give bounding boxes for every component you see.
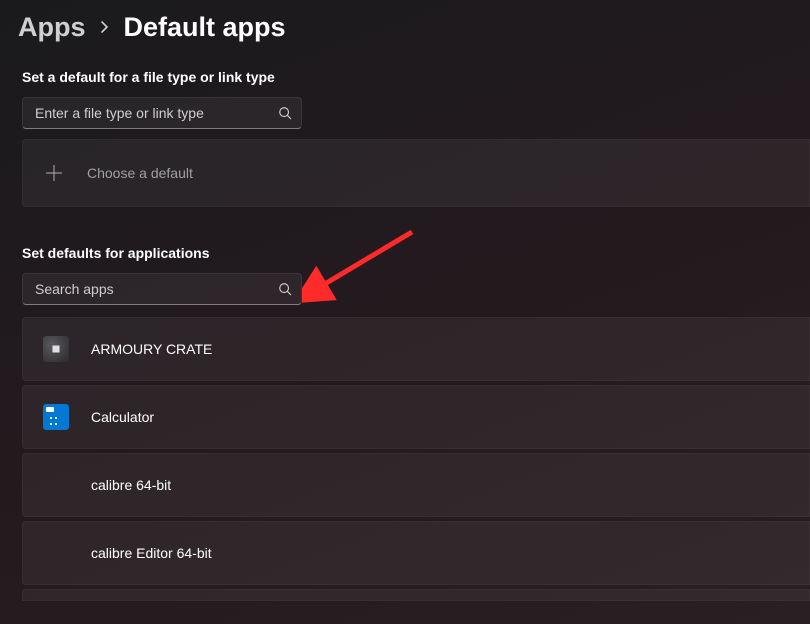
app-icon (43, 472, 69, 498)
breadcrumb-parent[interactable]: Apps (18, 12, 86, 43)
app-row-calibre[interactable]: calibre 64-bit (22, 453, 810, 517)
app-icon (43, 404, 69, 430)
app-row-armoury-crate[interactable]: ARMOURY CRATE (22, 317, 810, 381)
app-row-calculator[interactable]: Calculator (22, 385, 810, 449)
apps-search-input[interactable] (35, 281, 277, 297)
filetype-search-box[interactable] (22, 97, 302, 129)
app-row-calibre-editor[interactable]: calibre Editor 64-bit (22, 521, 810, 585)
app-icon (43, 540, 69, 566)
apps-search-box[interactable] (22, 273, 302, 305)
app-icon (43, 336, 69, 362)
section-filetype-label: Set a default for a file type or link ty… (0, 69, 810, 85)
section-apps-label: Set defaults for applications (0, 245, 810, 261)
app-name: calibre 64-bit (91, 477, 171, 493)
app-row-partial (22, 589, 810, 601)
filetype-search-input[interactable] (35, 105, 277, 121)
chevron-right-icon (100, 20, 110, 38)
breadcrumb: Apps Default apps (0, 0, 810, 43)
choose-default-card[interactable]: Choose a default (22, 139, 810, 207)
search-icon (277, 281, 293, 297)
app-name: Calculator (91, 409, 154, 425)
plus-icon (43, 162, 65, 184)
search-icon (277, 105, 293, 121)
choose-default-label: Choose a default (87, 165, 193, 181)
app-name: calibre Editor 64-bit (91, 545, 212, 561)
page-title: Default apps (124, 12, 286, 43)
app-name: ARMOURY CRATE (91, 341, 212, 357)
